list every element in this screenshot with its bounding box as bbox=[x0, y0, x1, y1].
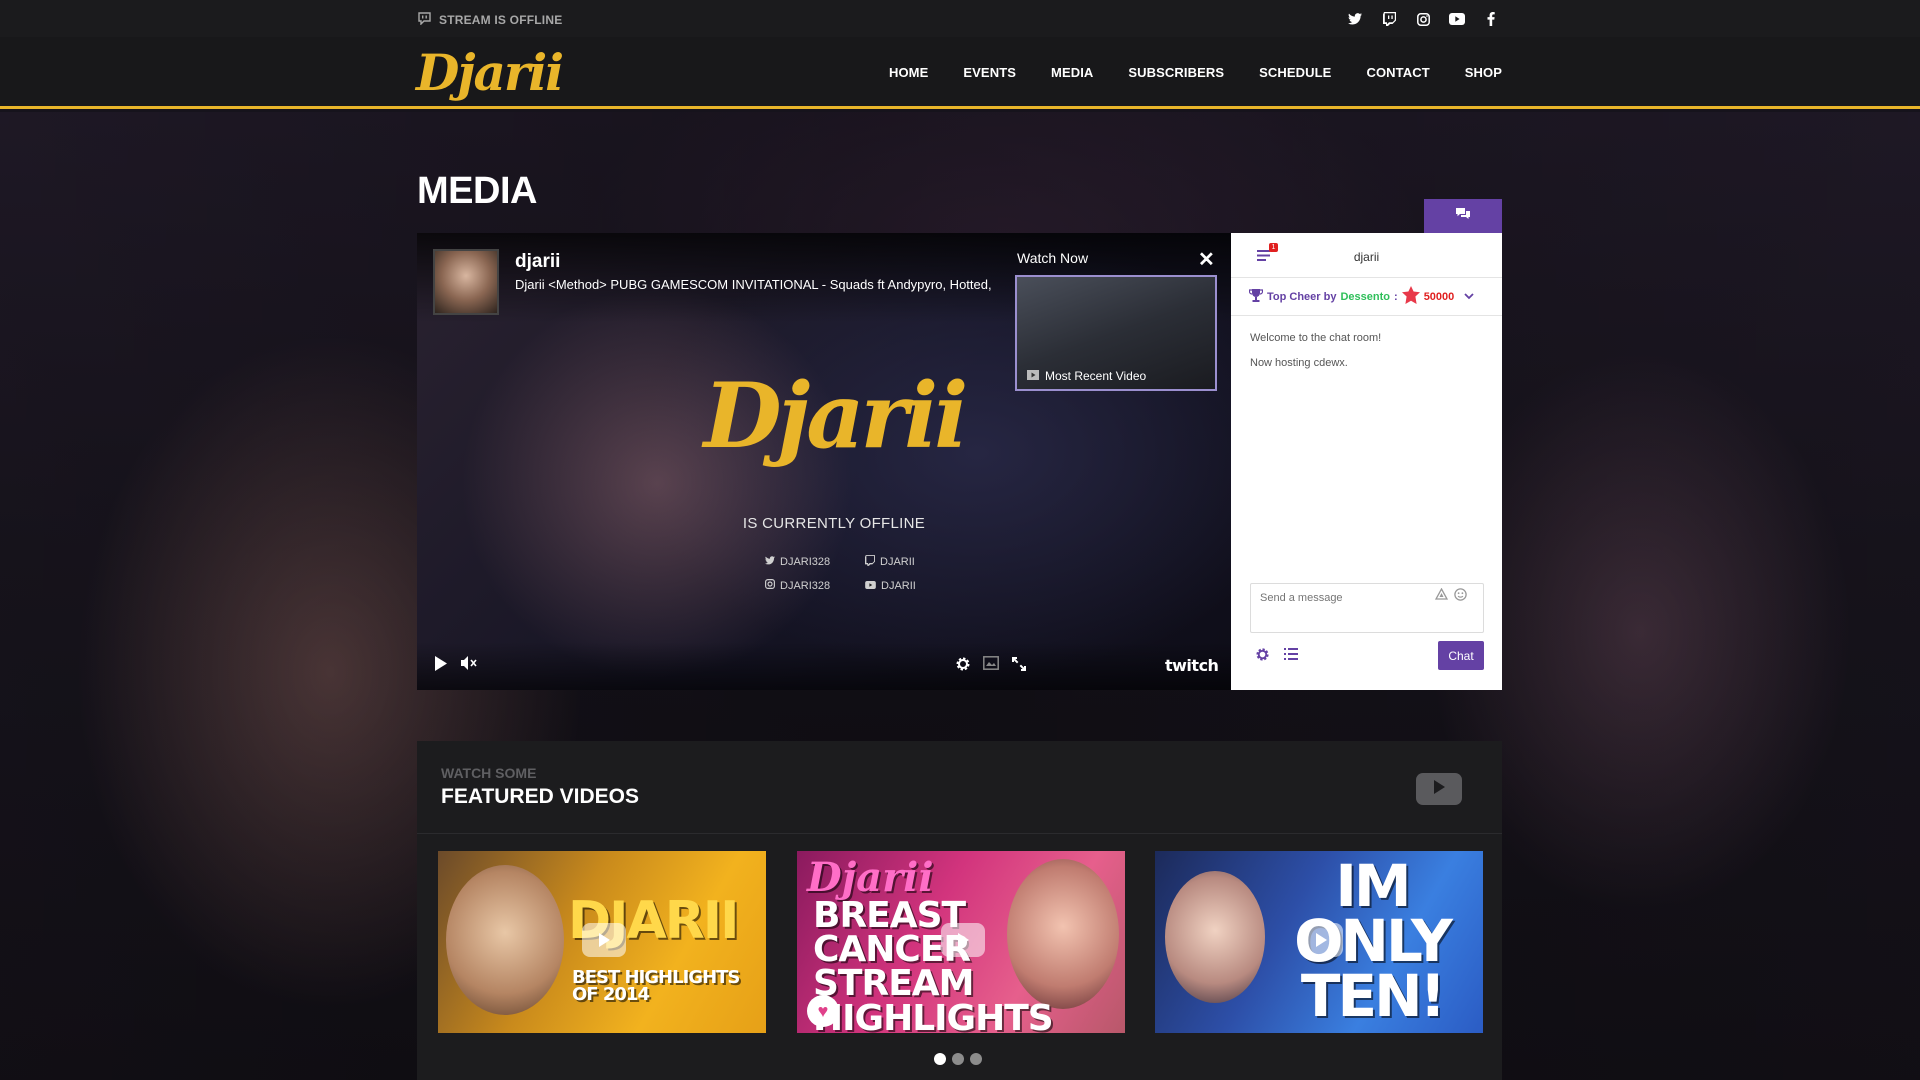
settings-gear-icon[interactable] bbox=[955, 656, 971, 677]
carousel-dot[interactable] bbox=[952, 1053, 964, 1065]
top-cheer-user[interactable]: Dessento bbox=[1340, 291, 1390, 303]
nav-subscribers[interactable]: SUBSCRIBERS bbox=[1128, 65, 1224, 80]
youtube-play-icon bbox=[1432, 779, 1446, 799]
thumbnail-portrait bbox=[1007, 859, 1119, 1009]
player-logo: Djarii bbox=[703, 363, 969, 469]
chat-bubbles-icon bbox=[1455, 207, 1471, 225]
player-social-twitch[interactable]: DJARII bbox=[865, 555, 945, 569]
chat-panel: 1 djarii Top Cheer by Dessento : 50000 W… bbox=[1231, 233, 1502, 690]
player-socials: DJARI328 DJARII DJARI328 DJARII bbox=[765, 555, 945, 592]
youtube-icon bbox=[865, 580, 876, 592]
chat-input-icons bbox=[1434, 587, 1467, 604]
stream-status-text: STREAM IS OFFLINE bbox=[439, 13, 563, 27]
trophy-icon bbox=[1248, 288, 1264, 305]
stream-status: STREAM IS OFFLINE bbox=[418, 12, 562, 28]
theater-mode-icon[interactable] bbox=[983, 656, 999, 675]
chat-send-button[interactable]: Chat bbox=[1438, 641, 1484, 670]
chat-message: Now hosting cdewx. bbox=[1250, 357, 1348, 369]
play-icon[interactable] bbox=[582, 923, 626, 957]
nav-contact[interactable]: CONTACT bbox=[1366, 65, 1429, 80]
chat-message: Welcome to the chat room! bbox=[1250, 332, 1382, 344]
nav-menu: HOME EVENTS MEDIA SUBSCRIBERS SCHEDULE C… bbox=[889, 65, 1502, 80]
twitch-icon bbox=[865, 555, 875, 569]
mute-icon[interactable] bbox=[461, 656, 477, 675]
play-icon[interactable] bbox=[435, 656, 447, 676]
nav-schedule[interactable]: SCHEDULE bbox=[1259, 65, 1331, 80]
video-card[interactable]: Djarii BREAST CANCER STREAM HIGHLIGHTS ♥ bbox=[797, 851, 1125, 1033]
player-social-label: DJARII bbox=[880, 556, 915, 568]
chat-toggle-tab[interactable] bbox=[1424, 199, 1502, 233]
close-icon[interactable]: ✕ bbox=[1198, 247, 1215, 272]
carousel-dot[interactable] bbox=[934, 1053, 946, 1065]
chat-room-name: djarii bbox=[1353, 250, 1380, 264]
chat-header: 1 djarii bbox=[1231, 233, 1502, 278]
top-cheer-amount: 50000 bbox=[1423, 290, 1455, 303]
offline-message: IS CURRENTLY OFFLINE bbox=[742, 515, 926, 532]
nav-events[interactable]: EVENTS bbox=[963, 65, 1016, 80]
youtube-channel-button[interactable] bbox=[1416, 773, 1462, 805]
video-subtitle: BREAST CANCER STREAM HIGHLIGHTS bbox=[813, 895, 1054, 1033]
chat-settings-icon[interactable] bbox=[1255, 647, 1270, 666]
viewer-list-icon[interactable] bbox=[1284, 647, 1298, 666]
player-social-instagram[interactable]: DJARI328 bbox=[765, 579, 865, 592]
twitter-icon bbox=[765, 556, 775, 568]
chat-tools bbox=[1255, 647, 1298, 666]
nav-media[interactable]: MEDIA bbox=[1051, 65, 1093, 80]
cheer-gem-icon bbox=[1401, 286, 1420, 307]
play-icon[interactable] bbox=[941, 923, 985, 957]
featured-header: WATCH SOME FEATURED VIDEOS bbox=[417, 741, 1502, 834]
twitch-logo[interactable]: twitch bbox=[1165, 656, 1219, 675]
featured-subtitle: WATCH SOME bbox=[441, 765, 537, 781]
awareness-ribbon-icon: ♥ bbox=[807, 995, 839, 1027]
play-icon[interactable] bbox=[1299, 923, 1343, 957]
top-cheer-label: Top Cheer by bbox=[1267, 290, 1337, 303]
stream-title: Djarii <Method> PUBG GAMESCOM INVITATION… bbox=[515, 277, 992, 292]
twitch-icon[interactable] bbox=[1379, 9, 1399, 29]
bits-icon[interactable] bbox=[1434, 587, 1449, 604]
player-social-label: DJARI328 bbox=[780, 556, 831, 568]
chevron-down-icon[interactable] bbox=[1464, 291, 1474, 303]
channel-avatar[interactable] bbox=[433, 249, 499, 315]
channel-name[interactable]: djarii bbox=[515, 251, 560, 273]
emoji-icon[interactable] bbox=[1454, 588, 1467, 604]
player-social-label: DJARI328 bbox=[780, 579, 831, 592]
nav-shop[interactable]: SHOP bbox=[1465, 65, 1502, 80]
fullscreen-icon[interactable] bbox=[1011, 656, 1027, 677]
nav-home[interactable]: HOME bbox=[889, 65, 928, 80]
carousel-dot[interactable] bbox=[970, 1053, 982, 1065]
thumbnail-portrait bbox=[1165, 871, 1265, 1003]
player-social-youtube[interactable]: DJARII bbox=[865, 579, 945, 592]
video-subtitle: BEST HIGHLIGHTS OF 2014 bbox=[572, 967, 740, 1006]
thumbnail-portrait bbox=[446, 865, 564, 1015]
social-links bbox=[1345, 9, 1501, 29]
facebook-icon[interactable] bbox=[1481, 9, 1501, 29]
page-title: MEDIA bbox=[417, 170, 537, 212]
main-navbar: Djarii HOME EVENTS MEDIA SUBSCRIBERS SCH… bbox=[0, 37, 1920, 109]
video-player[interactable]: djarii Djarii <Method> PUBG GAMESCOM INV… bbox=[417, 233, 1231, 690]
player-controls: twitch bbox=[417, 642, 1231, 690]
video-card[interactable]: DJARII BEST HIGHLIGHTS OF 2014 bbox=[438, 851, 766, 1033]
video-title: Djarii bbox=[807, 854, 934, 901]
featured-title: FEATURED VIDEOS bbox=[441, 785, 639, 808]
player-social-label: DJARII bbox=[881, 579, 916, 592]
chat-bubble-icon bbox=[418, 12, 431, 28]
top-bar: STREAM IS OFFLINE bbox=[0, 0, 1920, 37]
video-card[interactable]: IM ONLY TEN! bbox=[1155, 851, 1483, 1033]
twitter-icon[interactable] bbox=[1345, 9, 1365, 29]
instagram-icon bbox=[765, 579, 775, 592]
site-logo[interactable]: Djarii bbox=[416, 43, 564, 102]
top-cheer-separator: : bbox=[1394, 290, 1398, 303]
featured-videos-section: WATCH SOME FEATURED VIDEOS DJARII BEST H… bbox=[417, 741, 1502, 1080]
player-social-twitter[interactable]: DJARI328 bbox=[765, 555, 865, 569]
carousel-dots bbox=[934, 1053, 982, 1065]
watch-now-label: Watch Now bbox=[1017, 250, 1089, 266]
top-cheer-bar[interactable]: Top Cheer by Dessento : 50000 bbox=[1231, 278, 1502, 316]
youtube-icon[interactable] bbox=[1447, 9, 1467, 29]
chat-messages: Welcome to the chat room! Now hosting cd… bbox=[1231, 316, 1502, 386]
instagram-icon[interactable] bbox=[1413, 9, 1433, 29]
